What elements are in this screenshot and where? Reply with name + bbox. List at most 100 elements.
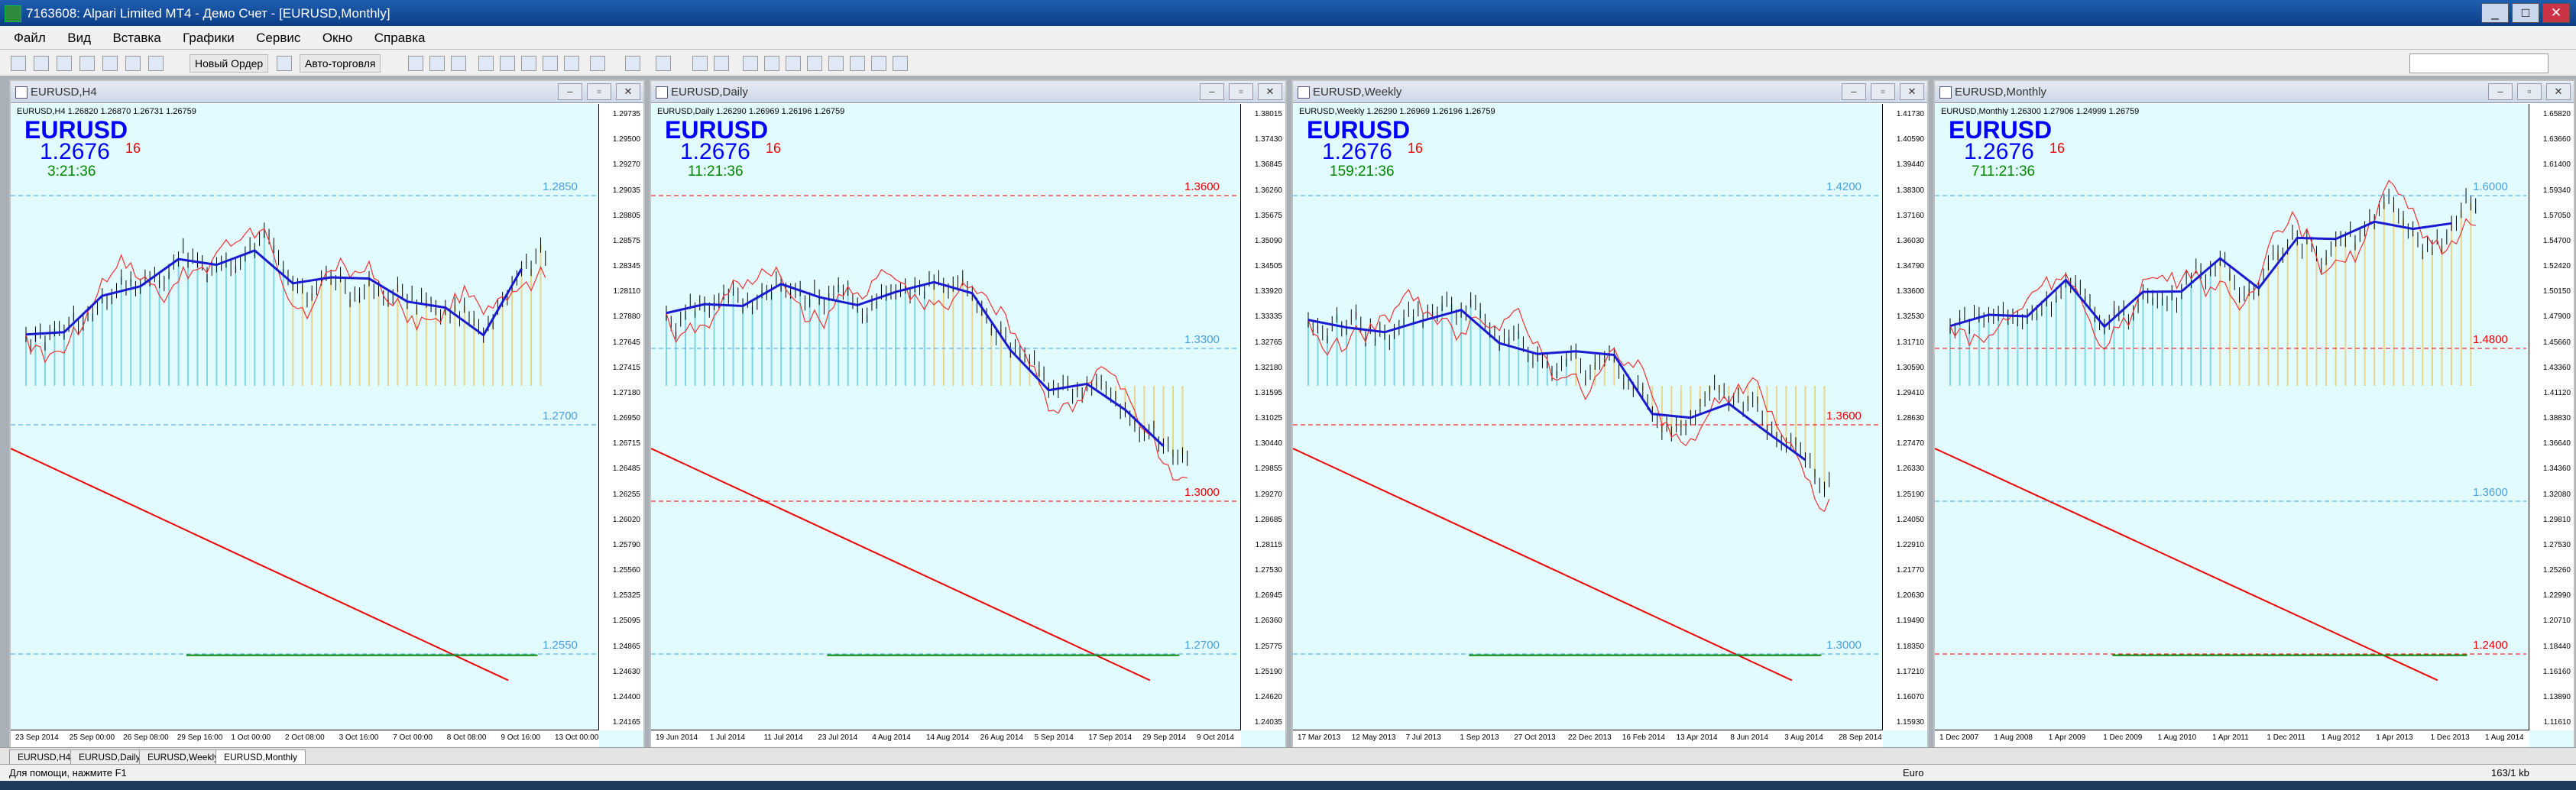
price-tick-label: 1.25775 xyxy=(1254,642,1282,651)
text-icon[interactable] xyxy=(850,56,865,71)
candlestick-icon[interactable] xyxy=(429,56,445,71)
data-window-icon[interactable] xyxy=(79,56,95,71)
time-tick-label: 2 Oct 08:00 xyxy=(285,733,325,742)
menu-window[interactable]: Окно xyxy=(313,26,362,50)
price-tick-label: 1.25260 xyxy=(2542,566,2571,575)
chart-maximize-button[interactable]: ▫ xyxy=(1871,83,1895,100)
minimize-button[interactable]: _ xyxy=(2481,3,2509,23)
chart-window-daily[interactable]: EURUSD,Daily ‒ ▫ ✕ EURUSD,Daily 1.26290 … xyxy=(650,79,1287,749)
menu-view[interactable]: Вид xyxy=(58,26,100,50)
price-tick-label: 1.21770 xyxy=(1896,566,1924,575)
price-chart xyxy=(11,195,596,682)
chart-area[interactable]: EURUSD,H4 1.26820 1.26870 1.26731 1.2675… xyxy=(11,104,643,747)
terminal-icon[interactable] xyxy=(125,56,141,71)
price-tick-label: 1.27880 xyxy=(612,312,640,322)
chart-close-button[interactable]: ✕ xyxy=(616,83,640,100)
price-tick-label: 1.27415 xyxy=(612,363,640,372)
tab-eurusd-h4[interactable]: EURUSD,H4 xyxy=(9,750,79,765)
chart-minimize-button[interactable]: ‒ xyxy=(1842,83,1866,100)
text-label-icon[interactable] xyxy=(871,56,886,71)
price-tick-label: 1.29810 xyxy=(2542,515,2571,524)
maximize-button[interactable]: □ xyxy=(2512,3,2539,23)
chart-area[interactable]: EURUSD,Monthly 1.26300 1.27906 1.24999 1… xyxy=(1935,104,2574,747)
time-tick-label: 27 Oct 2013 xyxy=(1514,733,1556,742)
time-scale: 23 Sep 2014 25 Sep 00:00 26 Sep 08:00 29 Se… xyxy=(11,730,599,747)
chart-shift-icon[interactable] xyxy=(564,56,579,71)
trendline-icon[interactable] xyxy=(786,56,801,71)
price-tick-label: 1.25190 xyxy=(1896,490,1924,499)
zoom-out-icon[interactable] xyxy=(500,56,515,71)
metaeditor-icon[interactable] xyxy=(277,56,292,71)
tester-icon[interactable] xyxy=(148,56,164,71)
menu-tools[interactable]: Сервис xyxy=(247,26,309,50)
chart-close-button[interactable]: ✕ xyxy=(1900,83,1924,100)
menu-insert[interactable]: Вставка xyxy=(103,26,170,50)
chart-window-h4[interactable]: EURUSD,H4 ‒ ▫ ✕ EURUSD,H4 1.26820 1.2687… xyxy=(9,79,645,749)
price-tick-label: 1.50150 xyxy=(2542,287,2571,296)
periods-icon[interactable] xyxy=(625,56,640,71)
zoom-in-icon[interactable] xyxy=(478,56,494,71)
time-tick-label: 1 Dec 2011 xyxy=(2267,733,2305,742)
indicators-icon[interactable] xyxy=(590,56,605,71)
auto-trading-button[interactable]: Авто-торговля xyxy=(300,54,381,73)
crosshair-icon[interactable] xyxy=(714,56,729,71)
time-tick-label: 14 Aug 2014 xyxy=(926,733,970,742)
tab-eurusd-daily[interactable]: EURUSD,Daily xyxy=(70,750,149,765)
price-tick-label: 1.37430 xyxy=(1254,135,1282,144)
line-chart-icon[interactable] xyxy=(451,56,466,71)
chart-window-title: EURUSD,Weekly xyxy=(1313,86,1402,99)
channel-icon[interactable] xyxy=(807,56,822,71)
chart-window-monthly[interactable]: EURUSD,Monthly ‒ ▫ ✕ EURUSD,Monthly 1.26… xyxy=(1933,79,2575,749)
fibonacci-icon[interactable] xyxy=(828,56,844,71)
chart-minimize-button[interactable]: ‒ xyxy=(2488,83,2513,100)
bar-timer-label: 159:21:36 xyxy=(1330,164,1395,180)
price-tick-label: 1.25325 xyxy=(612,591,640,601)
chart-close-button[interactable]: ✕ xyxy=(2546,83,2571,100)
chart-window-header: EURUSD,H4 ‒ ▫ ✕ xyxy=(11,81,643,103)
level-label: 1.2400 xyxy=(2473,639,2508,652)
chart-maximize-button[interactable]: ▫ xyxy=(2517,83,2542,100)
chart-window-header: EURUSD,Monthly ‒ ▫ ✕ xyxy=(1935,81,2574,103)
tab-eurusd-monthly[interactable]: EURUSD,Monthly xyxy=(215,750,306,765)
price-chart xyxy=(1935,180,2526,682)
chart-maximize-button[interactable]: ▫ xyxy=(1229,83,1253,100)
menu-file[interactable]: Файл xyxy=(0,26,55,50)
menu-charts[interactable]: Графики xyxy=(173,26,244,50)
bar-chart-icon[interactable] xyxy=(408,56,423,71)
cursor-icon[interactable] xyxy=(692,56,708,71)
search-input[interactable] xyxy=(2409,53,2548,73)
time-tick-label: 1 Jul 2014 xyxy=(709,733,745,742)
price-tick-label: 1.36845 xyxy=(1254,160,1282,170)
market-watch-icon[interactable] xyxy=(57,56,72,71)
arrows-icon[interactable] xyxy=(893,56,908,71)
price-tick-label: 1.39440 xyxy=(1896,160,1924,170)
chart-minimize-button[interactable]: ‒ xyxy=(558,83,582,100)
tab-eurusd-weekly[interactable]: EURUSD,Weekly xyxy=(139,750,228,765)
menu-help[interactable]: Справка xyxy=(365,26,435,50)
chart-maximize-button[interactable]: ▫ xyxy=(587,83,611,100)
vertical-line-icon[interactable] xyxy=(743,56,758,71)
new-order-button[interactable]: Новый Ордер xyxy=(190,54,269,73)
chart-close-button[interactable]: ✕ xyxy=(1258,83,1282,100)
templates-icon[interactable] xyxy=(656,56,671,71)
autoscroll-icon[interactable] xyxy=(543,56,558,71)
horizontal-line-icon[interactable] xyxy=(764,56,779,71)
navigator-icon[interactable] xyxy=(102,56,118,71)
price-tick-label: 1.34360 xyxy=(2542,465,2571,474)
new-chart-icon[interactable] xyxy=(11,56,26,71)
time-tick-label: 26 Sep 08:00 xyxy=(123,733,169,742)
price-tick-label: 1.41730 xyxy=(1896,110,1924,118)
chart-area[interactable]: EURUSD,Weekly 1.26290 1.26969 1.26196 1.… xyxy=(1293,104,1927,747)
new-order-label: Новый Ордер xyxy=(195,57,264,70)
price-tick-label: 1.29500 xyxy=(612,135,640,144)
chart-window-weekly[interactable]: EURUSD,Weekly ‒ ▫ ✕ EURUSD,Weekly 1.2629… xyxy=(1291,79,1929,749)
profiles-icon[interactable] xyxy=(34,56,49,71)
close-button[interactable]: ✕ xyxy=(2542,3,2570,23)
time-scale: 19 Jun 2014 1 Jul 2014 11 Jul 2014 23 Jul 2… xyxy=(651,730,1241,747)
tile-windows-icon[interactable] xyxy=(521,56,536,71)
chart-minimize-button[interactable]: ‒ xyxy=(1200,83,1224,100)
level-label: 1.2700 xyxy=(1184,639,1220,652)
chart-window-header: EURUSD,Daily ‒ ▫ ✕ xyxy=(651,81,1285,103)
level-label: 1.3600 xyxy=(2473,486,2508,499)
chart-area[interactable]: EURUSD,Daily 1.26290 1.26969 1.26196 1.2… xyxy=(651,104,1285,747)
